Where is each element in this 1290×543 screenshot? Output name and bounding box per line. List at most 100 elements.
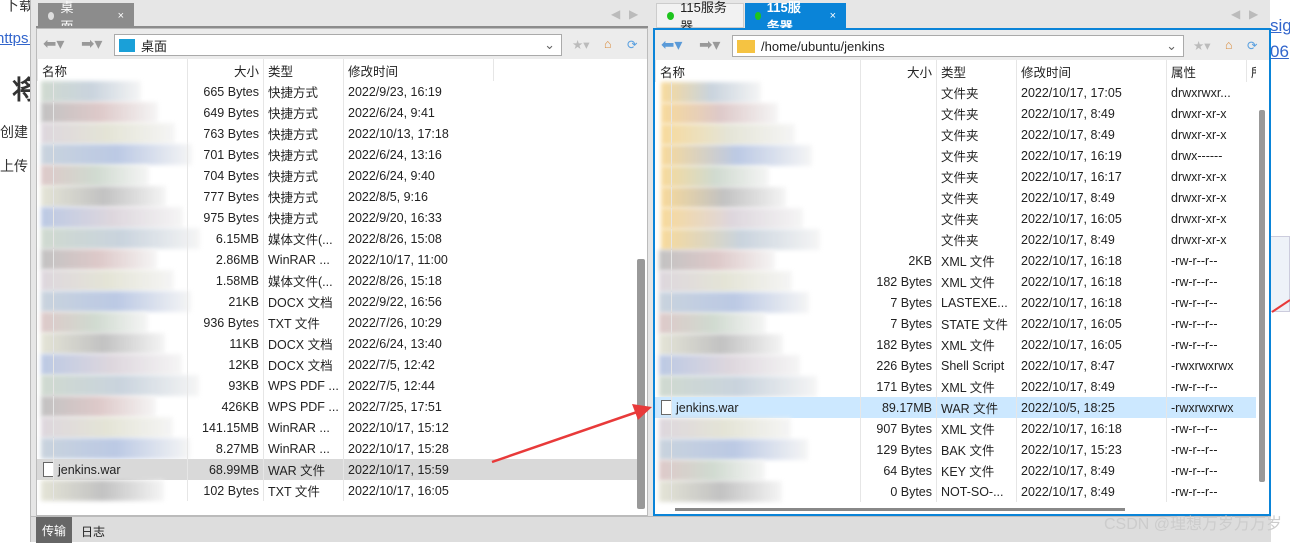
cell-date: 2022/10/17, 8:49 <box>1016 124 1166 145</box>
file-row[interactable]: 6.15MB 媒体文件(... 2022/8/26, 15:08 <box>37 228 643 249</box>
file-row[interactable]: 文件夹 2022/10/17, 16:05 drwxr-xr-x <box>655 208 1256 229</box>
file-row[interactable]: 64 Bytes KEY 文件 2022/10/17, 8:49 -rw-r--r-- <box>655 460 1256 481</box>
back-icon[interactable]: ⬅▾ <box>661 35 682 55</box>
column-header-name[interactable]: 名称 <box>655 60 860 82</box>
forward-icon[interactable]: ➡▾ <box>699 35 720 55</box>
cell-type: Shell Script <box>936 355 1016 376</box>
file-row[interactable]: 226 Bytes Shell Script 2022/10/17, 8:47 -rw… <box>655 355 1256 376</box>
file-row[interactable]: 文件夹 2022/10/17, 16:17 drwxr-xr-x <box>655 166 1256 187</box>
file-row[interactable]: 8.27MB WinRAR ... 2022/10/17, 15:28 <box>37 438 643 459</box>
file-row[interactable]: jenkins.war 89.17MB WAR 文件 2022/10/5, 18:25… <box>655 397 1256 418</box>
cell-date: 2022/10/17, 16:19 <box>1016 145 1166 166</box>
cell-date: 2022/10/17, 8:49 <box>1016 376 1166 397</box>
column-header-name[interactable]: 名称 <box>37 59 187 81</box>
cell-type: WPS PDF ... <box>263 375 343 396</box>
bg-link[interactable]: 06 <box>1270 42 1289 62</box>
cell-size: 6.15MB <box>187 228 263 249</box>
home-icon[interactable]: ⌂ <box>1225 38 1233 52</box>
close-icon[interactable]: × <box>830 10 836 22</box>
path-input[interactable]: /home/ubuntu/jenkins ⌄ <box>732 35 1184 57</box>
left-scrollbar[interactable] <box>637 259 645 509</box>
file-row[interactable]: 777 Bytes 快捷方式 2022/8/5, 9:16 <box>37 186 643 207</box>
cell-date: 2022/10/17, 16:05 <box>1016 208 1166 229</box>
file-row[interactable]: 426KB WPS PDF ... 2022/7/25, 17:51 <box>37 396 643 417</box>
file-row[interactable]: 93KB WPS PDF ... 2022/7/5, 12:44 <box>37 375 643 396</box>
tab-desktop[interactable]: 桌面 × <box>38 0 134 34</box>
column-header-size[interactable]: 大小 <box>187 59 263 81</box>
file-row[interactable]: 1.58MB 媒体文件(... 2022/8/26, 15:18 <box>37 270 643 291</box>
left-tabbar: 桌面 × ◀ ▶ <box>31 0 647 34</box>
file-row[interactable]: 182 Bytes XML 文件 2022/10/17, 16:18 -rw-r--r… <box>655 271 1256 292</box>
cell-date: 2022/10/5, 18:25 <box>1016 397 1166 418</box>
file-row[interactable]: 7 Bytes LASTEXE... 2022/10/17, 16:18 -rw-r-… <box>655 292 1256 313</box>
file-row[interactable]: 182 Bytes XML 文件 2022/10/17, 16:05 -rw-r--r… <box>655 334 1256 355</box>
path-input[interactable]: 桌面 ⌄ <box>114 34 562 56</box>
bg-link[interactable]: sig <box>1270 16 1290 36</box>
chevron-down-icon[interactable]: ⌄ <box>1166 38 1177 54</box>
file-row[interactable]: 文件夹 2022/10/17, 17:05 drwxrwxr... <box>655 82 1256 103</box>
tab-scroll-left-icon[interactable]: ◀ <box>611 7 620 21</box>
file-row[interactable]: 649 Bytes 快捷方式 2022/6/24, 9:41 <box>37 102 643 123</box>
file-row[interactable]: 文件夹 2022/10/17, 8:49 drwxr-xr-x <box>655 124 1256 145</box>
file-row[interactable]: 665 Bytes 快捷方式 2022/9/23, 16:19 <box>37 81 643 102</box>
tab-server-2[interactable]: 115服务器 × <box>745 0 846 34</box>
cell-type: 文件夹 <box>936 208 1016 229</box>
cell-attr: -rw-r--r-- <box>1166 460 1246 481</box>
column-header-date[interactable]: 修改时间 <box>1016 60 1166 82</box>
file-row[interactable]: 文件夹 2022/10/17, 8:49 drwxr-xr-x <box>655 187 1256 208</box>
tab-scroll-right-icon[interactable]: ▶ <box>1249 7 1258 21</box>
cell-date: 2022/10/17, 16:05 <box>1016 334 1166 355</box>
tab-server-1[interactable]: 115服务器 <box>656 0 744 34</box>
file-row[interactable]: 704 Bytes 快捷方式 2022/6/24, 9:40 <box>37 165 643 186</box>
home-icon[interactable]: ⌂ <box>604 37 612 51</box>
cell-size <box>860 187 936 208</box>
file-row[interactable]: 936 Bytes TXT 文件 2022/7/26, 10:29 <box>37 312 643 333</box>
chevron-down-icon[interactable]: ⌄ <box>544 37 555 53</box>
file-row[interactable]: 文件夹 2022/10/17, 8:49 drwxr-xr-x <box>655 103 1256 124</box>
column-header-extra[interactable]: 所 <box>1246 60 1256 82</box>
column-header-type[interactable]: 类型 <box>263 59 343 81</box>
file-row[interactable]: 129 Bytes BAK 文件 2022/10/17, 15:23 -rw-r--r… <box>655 439 1256 460</box>
close-icon[interactable]: × <box>118 10 124 22</box>
file-row[interactable]: 102 Bytes TXT 文件 2022/10/17, 16:05 <box>37 480 643 501</box>
tab-transfer[interactable]: 传输 <box>36 517 72 543</box>
right-vertical-scrollbar[interactable] <box>1259 110 1265 482</box>
file-row[interactable]: 141.15MB WinRAR ... 2022/10/17, 15:12 <box>37 417 643 438</box>
cell-name <box>671 334 860 355</box>
file-row[interactable]: 763 Bytes 快捷方式 2022/10/13, 17:18 <box>37 123 643 144</box>
file-row[interactable]: 2.86MB WinRAR ... 2022/10/17, 11:00 <box>37 249 643 270</box>
star-icon[interactable]: ★▾ <box>1193 38 1210 53</box>
file-row[interactable]: 171 Bytes XML 文件 2022/10/17, 8:49 -rw-r--r-… <box>655 376 1256 397</box>
tab-scroll-left-icon[interactable]: ◀ <box>1231 7 1240 21</box>
back-icon[interactable]: ⬅▾ <box>43 34 64 54</box>
cell-name <box>671 439 860 460</box>
refresh-icon[interactable]: ⟳ <box>1247 38 1257 53</box>
tab-log[interactable]: 日志 <box>81 523 105 540</box>
cell-attr: drwx------ <box>1166 145 1246 166</box>
right-horizontal-scrollbar[interactable] <box>675 508 1125 511</box>
column-header-type[interactable]: 类型 <box>936 60 1016 82</box>
column-header-date[interactable]: 修改时间 <box>343 59 493 81</box>
file-row[interactable]: 7 Bytes STATE 文件 2022/10/17, 16:05 -rw-r--r… <box>655 313 1256 334</box>
cell-type: WAR 文件 <box>936 397 1016 418</box>
file-row[interactable]: 21KB DOCX 文档 2022/9/22, 16:56 <box>37 291 643 312</box>
star-icon[interactable]: ★▾ <box>572 37 589 52</box>
column-header-attr[interactable]: 属性 <box>1166 60 1246 82</box>
file-row[interactable]: 2KB XML 文件 2022/10/17, 16:18 -rw-r--r-- <box>655 250 1256 271</box>
file-row[interactable]: 12KB DOCX 文档 2022/7/5, 12:42 <box>37 354 643 375</box>
file-row[interactable]: jenkins.war 68.99MB WAR 文件 2022/10/17, 15:5… <box>37 459 643 480</box>
file-row[interactable]: 文件夹 2022/10/17, 16:19 drwx------ <box>655 145 1256 166</box>
file-row[interactable]: 975 Bytes 快捷方式 2022/9/20, 16:33 <box>37 207 643 228</box>
file-row[interactable]: 907 Bytes XML 文件 2022/10/17, 16:18 -rw-r--r… <box>655 418 1256 439</box>
tab-scroll-right-icon[interactable]: ▶ <box>629 7 638 21</box>
file-row[interactable]: 701 Bytes 快捷方式 2022/6/24, 13:16 <box>37 144 643 165</box>
cell-type: 文件夹 <box>936 166 1016 187</box>
forward-icon[interactable]: ➡▾ <box>81 34 102 54</box>
refresh-icon[interactable]: ⟳ <box>627 37 637 52</box>
file-row[interactable]: 文件夹 2022/10/17, 8:49 drwxr-xr-x <box>655 229 1256 250</box>
cell-type: 快捷方式 <box>263 123 343 144</box>
column-header-size[interactable]: 大小 <box>860 60 936 82</box>
column-header-extra[interactable] <box>493 59 643 81</box>
file-row[interactable]: 0 Bytes NOT-SO-... 2022/10/17, 8:49 -rw-r--… <box>655 481 1256 502</box>
file-row[interactable]: 11KB DOCX 文档 2022/6/24, 13:40 <box>37 333 643 354</box>
